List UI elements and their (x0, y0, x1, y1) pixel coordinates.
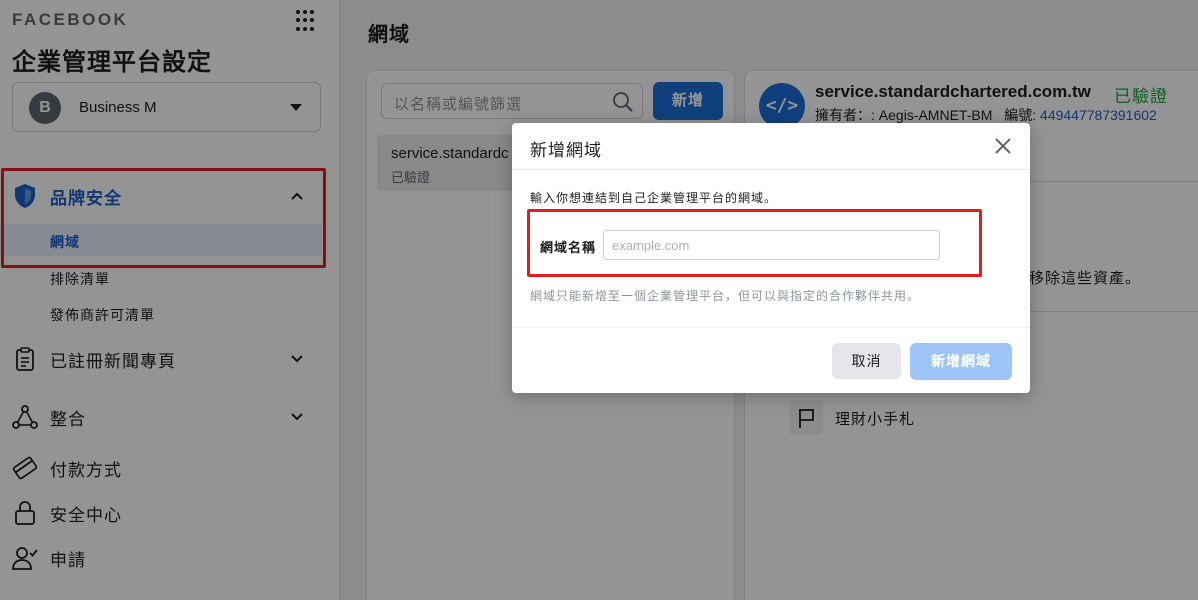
cancel-button[interactable]: 取消 (832, 343, 901, 379)
divider (512, 327, 1030, 328)
dialog-title: 新增網域 (530, 141, 602, 160)
dialog-description: 輸入你想連結到自己企業管理平台的網域。 (530, 191, 778, 205)
add-domain-dialog: 新增網域 輸入你想連結到自己企業管理平台的網域。 網域名稱 example.co… (512, 123, 1030, 393)
add-domain-button[interactable]: 新增網域 (910, 343, 1012, 380)
close-icon[interactable] (994, 137, 1012, 155)
highlight-annotation-box (527, 209, 982, 277)
dialog-hint: 網域只能新增至一個企業管理平台，但可以與指定的合作夥伴共用。 (530, 289, 921, 303)
divider (512, 169, 1030, 170)
